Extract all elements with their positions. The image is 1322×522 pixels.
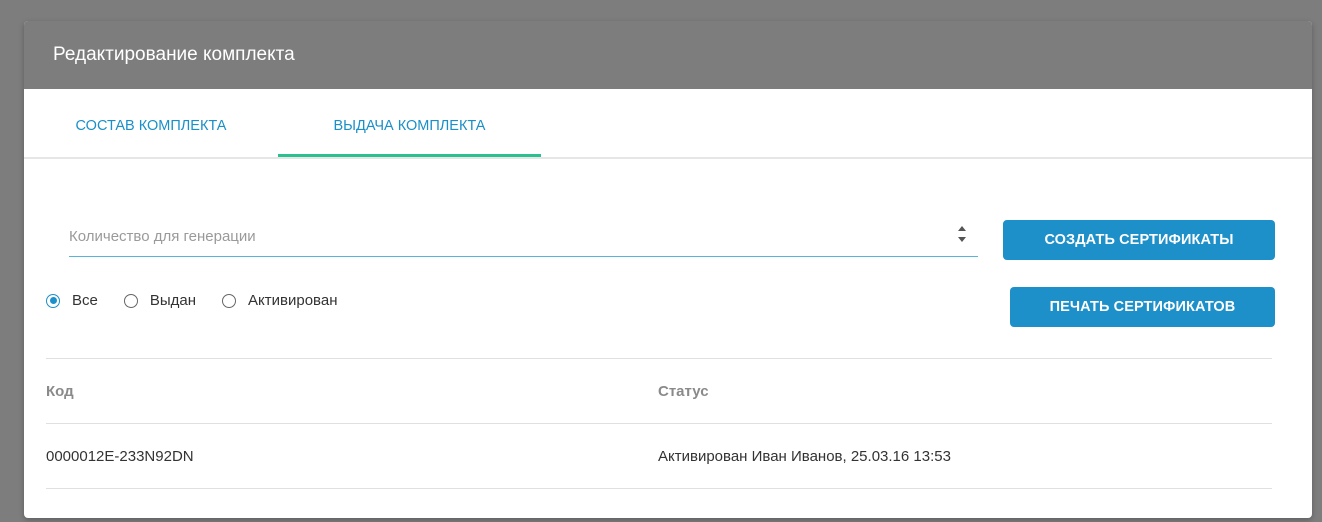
tab-kit-composition[interactable]: СОСТАВ КОМПЛЕКТА bbox=[36, 89, 266, 157]
radio-all[interactable]: Все bbox=[46, 292, 98, 309]
dialog-title: Редактирование комплекта bbox=[53, 44, 295, 65]
radio-label: Активирован bbox=[248, 292, 338, 309]
certificates-table: Код Статус 0000012E-233N92DN Активирован… bbox=[46, 358, 1272, 489]
radio-label: Выдан bbox=[149, 292, 197, 309]
radio-label: Все bbox=[72, 292, 98, 309]
stepper-up-icon[interactable] bbox=[958, 226, 966, 231]
tab-kit-issuance[interactable]: ВЫДАЧА КОМПЛЕКТА bbox=[278, 89, 541, 157]
radio-unchecked-icon bbox=[123, 293, 138, 308]
quantity-stepper[interactable] bbox=[956, 223, 968, 245]
edit-kit-dialog: Редактирование комплекта СОСТАВ КОМПЛЕКТ… bbox=[24, 21, 1312, 518]
radio-activated[interactable]: Активирован bbox=[222, 292, 337, 309]
dialog-header: Редактирование комплекта bbox=[24, 21, 1312, 89]
print-certificates-button[interactable]: ПЕЧАТЬ СЕРТИФИКАТОВ bbox=[1010, 287, 1275, 327]
table-header-row: Код Статус bbox=[46, 358, 1272, 423]
column-header-status[interactable]: Статус bbox=[658, 383, 1272, 400]
column-header-code[interactable]: Код bbox=[46, 383, 658, 400]
create-certificates-button[interactable]: СОЗДАТЬ СЕРТИФИКАТЫ bbox=[1003, 220, 1275, 260]
radio-issued[interactable]: Выдан bbox=[123, 292, 197, 309]
radio-unchecked-icon bbox=[222, 293, 237, 308]
generation-quantity-input[interactable] bbox=[69, 219, 929, 253]
cell-status: Активирован Иван Иванов, 25.03.16 13:53 bbox=[658, 447, 951, 465]
table-row[interactable]: 0000012E-233N92DN Активирован Иван Ивано… bbox=[46, 423, 1272, 489]
status-filter: Все Выдан Активирован bbox=[46, 292, 363, 309]
tab-bar: СОСТАВ КОМПЛЕКТА ВЫДАЧА КОМПЛЕКТА bbox=[24, 89, 1312, 159]
cell-code: 0000012E-233N92DN bbox=[46, 447, 194, 465]
stepper-down-icon[interactable] bbox=[958, 237, 966, 242]
generation-quantity-field bbox=[69, 219, 978, 257]
radio-checked-icon bbox=[46, 293, 60, 308]
